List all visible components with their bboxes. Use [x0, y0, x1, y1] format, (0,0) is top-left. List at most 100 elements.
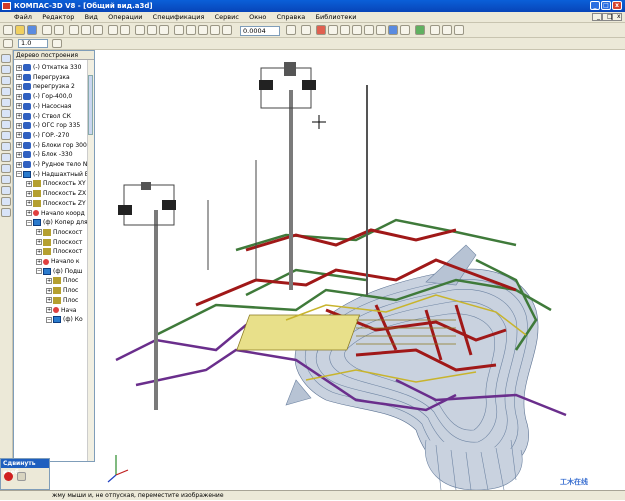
expand-toggle-icon[interactable]: − [36, 268, 42, 275]
shell-icon[interactable] [1, 153, 11, 162]
expand-toggle-icon[interactable]: + [16, 74, 22, 81]
new-file-icon[interactable] [3, 25, 13, 35]
expand-toggle-icon[interactable]: + [36, 239, 42, 246]
menu-view[interactable]: Вид [81, 12, 102, 23]
doc-minimize-button[interactable]: _ [592, 13, 602, 21]
maximize-button[interactable]: □ [601, 1, 611, 10]
chamfer-icon[interactable] [1, 131, 11, 140]
expand-toggle-icon[interactable]: + [26, 200, 32, 207]
sketch-icon[interactable] [1, 65, 11, 74]
tree-node[interactable]: + Плоскост [36, 247, 82, 256]
hidden-lines-icon[interactable] [364, 25, 374, 35]
expand-toggle-icon[interactable]: + [36, 248, 42, 255]
perspective-icon[interactable] [415, 25, 425, 35]
help-pointer-icon[interactable] [174, 25, 184, 35]
step-cursor-icon[interactable] [3, 39, 13, 48]
tree-node[interactable]: + Плос [46, 276, 78, 285]
expand-toggle-icon[interactable]: + [16, 83, 22, 90]
rotate-operation-icon[interactable] [1, 87, 11, 96]
tree-node[interactable]: + Плос [46, 296, 78, 305]
cut-icon[interactable] [69, 25, 79, 35]
menu-edit[interactable]: Редактор [38, 12, 78, 23]
tree-node[interactable]: + (-) Гор-400,0 [16, 92, 72, 101]
view-cube-icon[interactable] [340, 25, 350, 35]
zoom-scale-input[interactable]: 0.0004 [240, 26, 280, 36]
zoom-window-icon[interactable] [210, 25, 220, 35]
zoom-dropdown-icon[interactable] [286, 25, 296, 35]
menu-libraries[interactable]: Библиотеки [312, 12, 361, 23]
expand-toggle-icon[interactable]: + [46, 287, 52, 294]
cursor-step-input[interactable]: 1.0 [18, 39, 48, 48]
properties-icon[interactable] [135, 25, 145, 35]
measure-icon[interactable] [442, 25, 452, 35]
zoom-all-icon[interactable] [222, 25, 232, 35]
zoom-out-icon[interactable] [198, 25, 208, 35]
tree-node[interactable]: + Плоскост [36, 238, 82, 247]
thin-lines-icon[interactable] [376, 25, 386, 35]
tree-node[interactable]: + (-) ГОР.-270 [16, 131, 69, 140]
minimize-button[interactable]: _ [590, 1, 600, 10]
menu-file[interactable]: Файл [0, 12, 36, 23]
pan-icon[interactable] [316, 25, 326, 35]
expand-toggle-icon[interactable]: − [26, 219, 32, 226]
tree-node[interactable]: + (-) ОГС гор 335 [16, 121, 80, 130]
tree-node[interactable]: − (ф) Ко [46, 315, 83, 324]
save-icon[interactable] [27, 25, 37, 35]
expand-toggle-icon[interactable]: + [26, 190, 32, 197]
tree-node[interactable]: + (-) Насосная [16, 102, 71, 111]
menu-operations[interactable]: Операции [104, 12, 146, 23]
doc-close-button[interactable]: x [612, 13, 622, 21]
function-icon[interactable] [147, 25, 157, 35]
doc-restore-button[interactable]: □ [602, 13, 613, 21]
tree-node[interactable]: + (-) Блоки гор 300 [16, 141, 87, 150]
wireframe-icon[interactable] [352, 25, 362, 35]
undo-icon[interactable] [108, 25, 118, 35]
tree-node[interactable]: − (ф) Копер для [26, 218, 88, 227]
menu-help[interactable]: Справка [273, 12, 310, 23]
section-icon[interactable] [430, 25, 440, 35]
expand-toggle-icon[interactable]: − [46, 316, 52, 323]
expand-toggle-icon[interactable]: + [16, 103, 22, 110]
expand-toggle-icon[interactable]: + [16, 93, 22, 100]
menu-window[interactable]: Окно [245, 12, 270, 23]
tree-node[interactable]: + Плоскост [36, 228, 82, 237]
tree-node[interactable]: + перегрузка 2 [16, 82, 75, 91]
menu-specification[interactable]: Спецификация [149, 12, 209, 23]
preview-icon[interactable] [54, 25, 64, 35]
rotate-icon[interactable] [328, 25, 338, 35]
expand-toggle-icon[interactable]: + [36, 258, 42, 265]
auxiliary-geometry-icon[interactable] [1, 197, 11, 206]
shaded-edges-icon[interactable] [400, 25, 410, 35]
zoom-in-icon[interactable] [186, 25, 196, 35]
tree-node[interactable]: + Перегрузка [16, 73, 70, 82]
tree-node[interactable]: + Плоскость ZY [26, 199, 86, 208]
close-button[interactable]: x [612, 1, 622, 10]
expand-toggle-icon[interactable]: + [16, 161, 22, 168]
tree-node[interactable]: + Начало коорд [26, 209, 85, 218]
tree-node[interactable]: − (-) Надшахтный ВС [16, 170, 93, 179]
menu-service[interactable]: Сервис [211, 12, 243, 23]
expand-toggle-icon[interactable]: + [46, 277, 52, 284]
tree-node[interactable]: + Плоскость XY [26, 179, 86, 188]
expand-toggle-icon[interactable]: + [16, 64, 22, 71]
array-icon[interactable] [1, 164, 11, 173]
tree-node[interactable]: + (-) Откатка 330 [16, 63, 81, 72]
kinematic-icon[interactable] [1, 98, 11, 107]
copy-icon[interactable] [81, 25, 91, 35]
print-icon[interactable] [42, 25, 52, 35]
tree-node[interactable]: + (-) Блок -330 [16, 150, 73, 159]
measure-tool-icon[interactable] [1, 186, 11, 195]
fillet-icon[interactable] [1, 120, 11, 129]
confirm-icon[interactable] [17, 472, 26, 481]
assembly-icon[interactable] [1, 208, 11, 217]
tree-scrollbar[interactable] [87, 60, 94, 461]
open-file-icon[interactable] [15, 25, 25, 35]
loft-icon[interactable] [1, 109, 11, 118]
shaded-icon[interactable] [388, 25, 398, 35]
expand-toggle-icon[interactable]: + [16, 113, 22, 119]
tree-node[interactable]: + Плоскость ZX [26, 189, 86, 198]
expand-toggle-icon[interactable]: + [26, 180, 32, 187]
variables-icon[interactable] [159, 25, 169, 35]
filter-icon[interactable] [454, 25, 464, 35]
tree-node[interactable]: + Плос [46, 286, 78, 295]
